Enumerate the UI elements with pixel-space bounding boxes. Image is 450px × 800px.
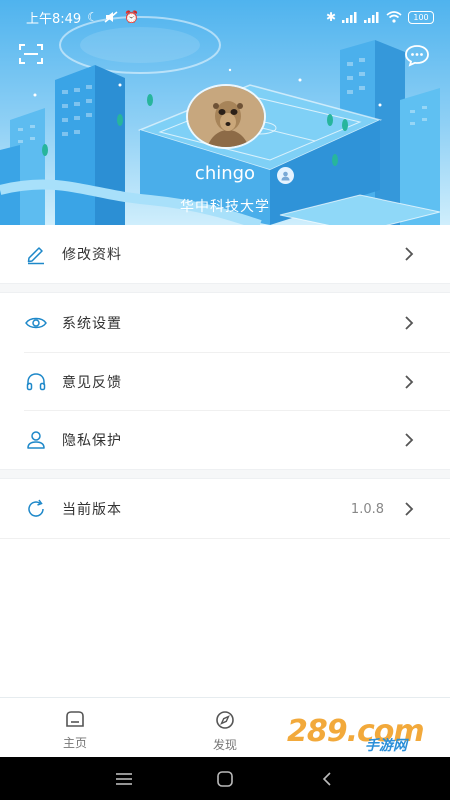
username: chingo bbox=[194, 163, 256, 184]
tab-home[interactable]: 主页 bbox=[45, 710, 105, 751]
chevron-right-icon bbox=[405, 433, 414, 447]
site-watermark: 289.com 手游网 bbox=[285, 708, 435, 758]
hamburger-icon bbox=[116, 773, 132, 785]
avatar[interactable] bbox=[186, 84, 266, 149]
menu-item-label: 当前版本 bbox=[62, 502, 122, 518]
chevron-right-icon bbox=[405, 247, 414, 261]
system-navigation-bar bbox=[0, 757, 450, 800]
status-bar: 上午8:49 ☾ ⏰ ✱ 100 bbox=[0, 0, 450, 34]
menu-item-version[interactable]: 当前版本 1.0.8 bbox=[0, 480, 450, 538]
home-nav-button[interactable] bbox=[214, 768, 236, 790]
scan-icon bbox=[19, 44, 43, 64]
signal-2-icon bbox=[364, 11, 379, 23]
scan-button[interactable] bbox=[18, 42, 44, 66]
battery-indicator: 100 bbox=[408, 10, 434, 24]
bluetooth-icon: ✱ bbox=[325, 10, 336, 24]
gender-badge bbox=[277, 167, 294, 184]
menu-nav-button[interactable] bbox=[113, 768, 135, 790]
status-time: 上午8:49 bbox=[26, 11, 82, 27]
square-home-icon bbox=[217, 771, 233, 787]
menu-item-label: 系统设置 bbox=[62, 316, 122, 332]
menu-item-label: 隐私保护 bbox=[62, 433, 122, 449]
wifi-icon bbox=[386, 11, 402, 23]
back-nav-button[interactable] bbox=[316, 768, 338, 790]
male-icon bbox=[281, 171, 290, 181]
headset-icon bbox=[24, 370, 48, 394]
menu-item-edit-profile[interactable]: 修改资料 bbox=[0, 225, 450, 283]
back-arrow-icon bbox=[322, 772, 331, 786]
moon-icon: ☾ bbox=[87, 10, 98, 24]
school-name: 华中科技大学 bbox=[180, 199, 270, 215]
menu-item-system-settings[interactable]: 系统设置 bbox=[0, 294, 450, 352]
menu-item-feedback[interactable]: 意见反馈 bbox=[0, 353, 450, 411]
menu-item-label: 修改资料 bbox=[62, 247, 122, 263]
chevron-right-icon bbox=[405, 502, 414, 516]
edit-pencil-icon bbox=[24, 242, 48, 266]
menu-item-label: 意见反馈 bbox=[62, 375, 122, 391]
profile-header: 上午8:49 ☾ ⏰ ✱ 100 chingo 华中科技大学 bbox=[0, 0, 450, 225]
menu-item-privacy[interactable]: 隐私保护 bbox=[0, 411, 450, 469]
version-number: 1.0.8 bbox=[350, 501, 384, 517]
user-icon bbox=[24, 428, 48, 452]
tab-discover[interactable]: 发现 bbox=[195, 710, 255, 753]
tab-label: 主页 bbox=[62, 736, 87, 750]
watermark-subtext: 手游网 bbox=[365, 738, 407, 754]
home-icon bbox=[66, 711, 84, 727]
eye-icon bbox=[24, 311, 48, 335]
signal-icon bbox=[342, 11, 357, 23]
section-divider bbox=[0, 469, 450, 479]
alarm-icon: ⏰ bbox=[123, 10, 139, 24]
chevron-right-icon bbox=[405, 316, 414, 330]
row-separator bbox=[0, 538, 450, 539]
tab-label: 发现 bbox=[212, 738, 237, 752]
chevron-right-icon bbox=[405, 375, 414, 389]
refresh-icon bbox=[24, 497, 48, 521]
message-button[interactable] bbox=[404, 43, 430, 67]
section-divider bbox=[0, 283, 450, 293]
compass-icon bbox=[216, 711, 234, 729]
chat-bubble-icon bbox=[405, 45, 429, 67]
mute-icon bbox=[104, 11, 118, 23]
